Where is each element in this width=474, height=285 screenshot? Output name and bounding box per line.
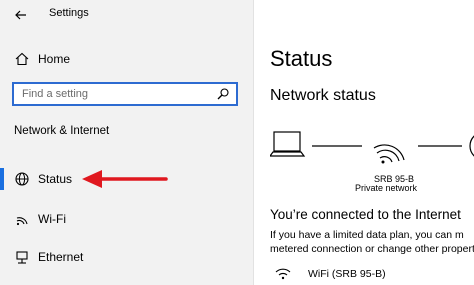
page-title: Status	[270, 46, 333, 71]
network-type: Private network	[355, 183, 418, 193]
back-arrow-icon	[15, 10, 26, 20]
sidebar-item-wifi[interactable]: Wi-Fi	[0, 206, 253, 232]
wifi-network-entry[interactable]: WiFi (SRB 95-B)	[308, 268, 386, 280]
info-text-line1: If you have a limited data plan, you can…	[270, 229, 464, 241]
window-title: Settings	[49, 7, 89, 19]
search-placeholder: Find a setting	[22, 88, 89, 100]
connection-status-text: You’re connected to the Internet	[270, 207, 461, 222]
sidebar-item-home[interactable]: Home	[0, 46, 253, 72]
sidebar: Settings Home Find a setting Network & I…	[0, 0, 254, 285]
home-label: Home	[38, 52, 71, 66]
wifi-icon	[274, 266, 292, 285]
ethernet-icon	[14, 249, 30, 270]
sidebar-item-ethernet[interactable]: Ethernet	[0, 244, 253, 270]
home-icon	[14, 51, 30, 72]
title-bar: Settings	[0, 0, 253, 30]
sidebar-item-label: Ethernet	[38, 250, 84, 264]
search-input[interactable]: Find a setting	[12, 82, 238, 106]
search-icon[interactable]	[216, 87, 230, 106]
globe-icon	[14, 171, 30, 192]
section-heading: Network & Internet	[14, 125, 110, 137]
selection-indicator	[0, 168, 4, 190]
sidebar-item-label: Wi-Fi	[38, 212, 66, 226]
sidebar-item-label: Status	[38, 172, 73, 186]
section-title: Network status	[270, 87, 376, 104]
annotation-arrow	[82, 168, 168, 190]
wifi-signal-icon	[373, 144, 405, 164]
laptop-icon	[270, 131, 306, 157]
globe-icon	[469, 135, 474, 157]
info-text-line2: metered connection or change other prope…	[270, 243, 474, 255]
wifi-icon	[14, 211, 30, 232]
back-button[interactable]	[10, 4, 32, 26]
main-content: Status Network status SRB 95-B Private n…	[254, 0, 474, 285]
